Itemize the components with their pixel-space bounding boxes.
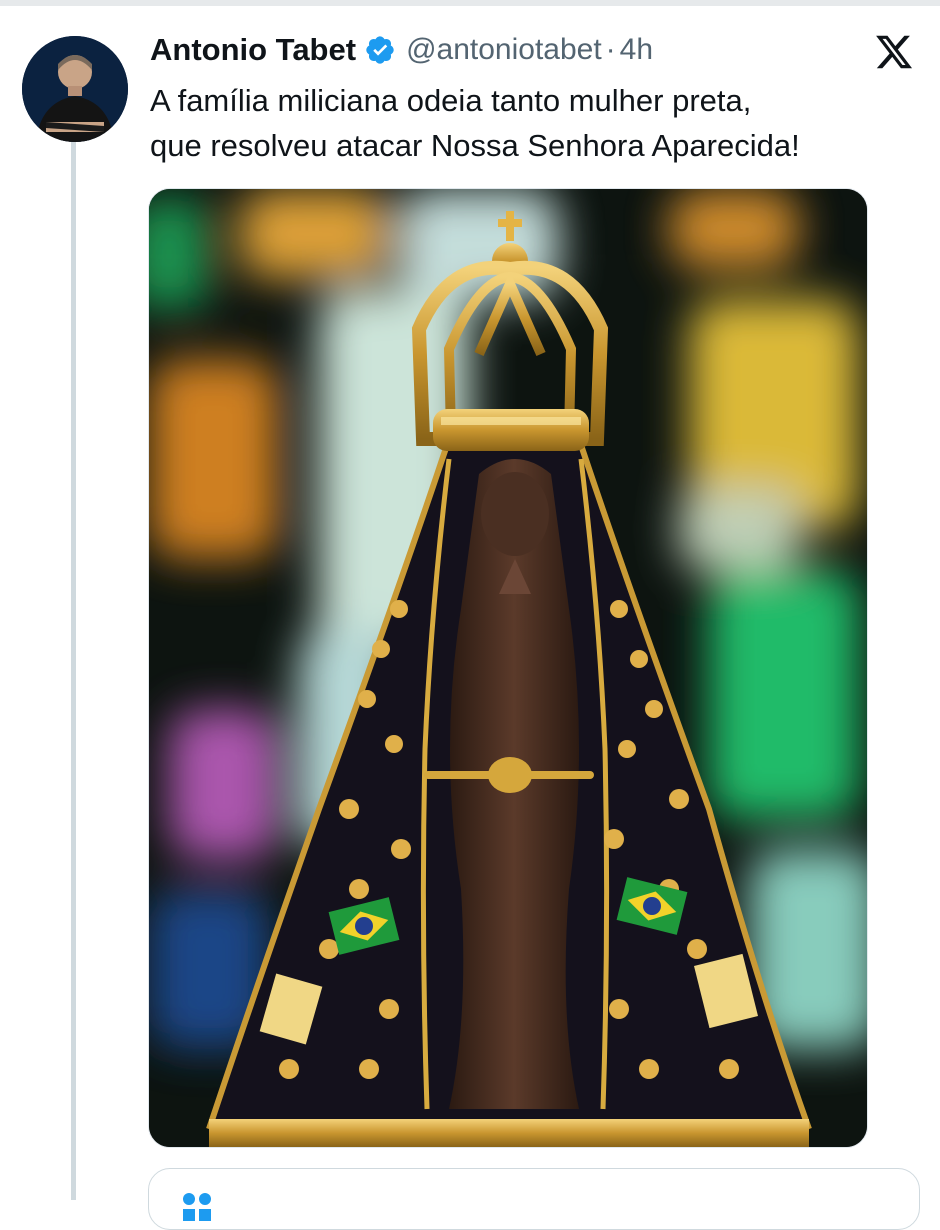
- meta-separator: ·: [605, 33, 616, 66]
- avatar-photo: [22, 36, 128, 142]
- avatar[interactable]: [22, 36, 128, 142]
- author-name[interactable]: Antonio Tabet: [150, 32, 356, 68]
- x-logo-icon: [874, 32, 914, 72]
- tweet-media-image[interactable]: [148, 188, 868, 1148]
- quoted-post-card[interactable]: [148, 1168, 920, 1230]
- tweet-text-line-1: A família miliciana odeia tanto mulher p…: [150, 83, 752, 118]
- tweet-text-line-2: que resolveu atacar Nossa Senhora Aparec…: [150, 128, 800, 163]
- verified-badge-icon: [364, 34, 396, 66]
- tweet-header: Antonio Tabet @antoniotabet · 4h: [150, 28, 653, 72]
- tweet-timestamp[interactable]: 4h: [620, 33, 653, 67]
- thread-connector-line: [71, 142, 76, 1200]
- quoted-info-icon: [179, 1191, 223, 1221]
- media-photo: [149, 189, 867, 1147]
- top-divider: [0, 0, 940, 6]
- tweet-text: A família miliciana odeia tanto mulher p…: [150, 78, 920, 168]
- author-handle[interactable]: @antoniotabet: [406, 33, 602, 67]
